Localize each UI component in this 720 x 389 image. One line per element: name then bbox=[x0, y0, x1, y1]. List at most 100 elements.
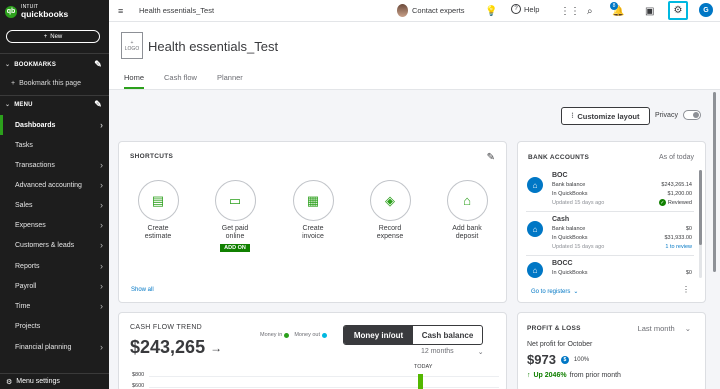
sidebar-item-label: Sales bbox=[15, 201, 33, 209]
shortcut-record-expense[interactable]: ◈ Record expense bbox=[360, 180, 420, 242]
bank-list-scrollbar[interactable] bbox=[699, 170, 702, 278]
top-bar: ≡ Health essentials_Test Contact experts… bbox=[109, 0, 720, 22]
shortcut-create-estimate[interactable]: ▤ Create estimate bbox=[128, 180, 188, 242]
hamburger-menu-icon[interactable]: ≡ bbox=[118, 6, 123, 16]
sidebar-item-payroll[interactable]: Payroll › bbox=[0, 276, 109, 296]
chevron-right-icon: › bbox=[100, 200, 103, 210]
bank-account-name: BOCC bbox=[552, 260, 573, 267]
settings-gear-button[interactable]: ⚙ bbox=[668, 1, 688, 20]
new-button[interactable]: + New bbox=[6, 30, 100, 43]
logo-quickbooks-text: quickbooks bbox=[21, 9, 69, 19]
sidebar-item-sales[interactable]: Sales › bbox=[0, 195, 109, 215]
bookmark-this-page[interactable]: + Bookmark this page bbox=[11, 80, 81, 87]
reviewed-status: ✓ Reviewed bbox=[658, 199, 692, 206]
cash-flow-card: CASH FLOW TREND Money in Money out Money… bbox=[118, 312, 507, 389]
bank-balance-value: $0 bbox=[685, 226, 692, 232]
tab-planner[interactable]: Planner bbox=[217, 73, 243, 89]
pnl-period-dropdown[interactable]: Last month ⌄ bbox=[638, 324, 691, 333]
more-options-icon[interactable]: ⋮ bbox=[682, 285, 690, 294]
sidebar-item-reports[interactable]: Reports › bbox=[0, 256, 109, 276]
bank-account-name: Cash bbox=[552, 216, 570, 223]
bank-accounts-card: BANK ACCOUNTS As of today ⌂ BOC Bank bal… bbox=[517, 141, 706, 303]
shortcut-get-paid-online[interactable]: ▭ Get paid online ADD ON bbox=[205, 180, 265, 252]
invoice-icon: ▦ bbox=[292, 180, 334, 221]
customize-layout-button[interactable]: ⫶ Customize layout bbox=[561, 107, 650, 125]
bank-balance-value: $243,265.14 bbox=[661, 182, 692, 188]
page-scrollbar[interactable] bbox=[712, 90, 717, 389]
profit-loss-title: PROFIT & LOSS bbox=[527, 325, 581, 332]
contact-experts-button[interactable]: Contact experts bbox=[397, 4, 465, 17]
period-dropdown[interactable]: 12 months ⌄ bbox=[421, 348, 484, 356]
y-axis-tick: $800 bbox=[132, 372, 145, 378]
sidebar-item-financial-planning[interactable]: Financial planning › bbox=[0, 337, 109, 357]
updated-label: Updated 15 days ago bbox=[552, 200, 605, 206]
bank-account-row[interactable]: ⌂ BOCC In QuickBooks $0 bbox=[526, 258, 694, 280]
bookmarks-section[interactable]: ⌄ BOOKMARKS ✎ bbox=[5, 59, 104, 70]
chevron-down-icon: ⌄ bbox=[573, 289, 579, 295]
user-avatar[interactable]: G bbox=[699, 3, 713, 17]
cash-flow-view-toggle: Money in/out Cash balance bbox=[343, 325, 483, 345]
sidebar-item-expenses[interactable]: Expenses › bbox=[0, 215, 109, 235]
edit-bookmarks-icon[interactable]: ✎ bbox=[94, 59, 102, 70]
shortcut-label: Record bbox=[378, 225, 402, 232]
sidebar-item-dashboards[interactable]: Dashboards › bbox=[0, 115, 109, 135]
privacy-label: Privacy bbox=[655, 111, 678, 119]
sidebar-item-customers-leads[interactable]: Customers & leads › bbox=[0, 235, 109, 255]
customize-layout-label: Customize layout bbox=[577, 111, 640, 121]
menu-settings-button[interactable]: ⚙ Menu settings bbox=[0, 373, 109, 389]
chevron-right-icon: › bbox=[100, 160, 103, 170]
edit-menu-icon[interactable]: ✎ bbox=[94, 99, 102, 110]
sidebar-item-time[interactable]: Time › bbox=[0, 296, 109, 316]
bank-icon: ⌂ bbox=[527, 177, 543, 193]
go-to-registers-link[interactable]: Go to registers ⌄ bbox=[531, 288, 579, 296]
search-icon[interactable]: ⌕ bbox=[587, 4, 593, 18]
sidebar-item-projects[interactable]: Projects bbox=[0, 316, 109, 336]
info-icon[interactable]: $ bbox=[560, 355, 569, 364]
help-button[interactable]: ? Help bbox=[511, 4, 539, 14]
sliders-icon: ⫶ bbox=[571, 111, 574, 120]
change-value: Up 2046% bbox=[533, 372, 567, 379]
show-all-link[interactable]: Show all bbox=[131, 287, 154, 293]
sidebar-item-transactions[interactable]: Transactions › bbox=[0, 155, 109, 175]
sidebar-item-label: Payroll bbox=[15, 282, 37, 290]
tab-home[interactable]: Home bbox=[124, 73, 145, 89]
top-company-title: Health essentials_Test bbox=[139, 6, 215, 15]
change-suffix: from prior month bbox=[569, 372, 621, 379]
privacy-toggle[interactable] bbox=[682, 110, 701, 120]
chevron-down-icon: ⌄ bbox=[5, 102, 11, 108]
dashboard-tabs: Home Cash flow Planner bbox=[124, 73, 243, 89]
money-in-out-button[interactable]: Money in/out bbox=[344, 326, 413, 344]
chevron-right-icon: › bbox=[100, 281, 103, 291]
tab-cash-flow[interactable]: Cash flow bbox=[164, 73, 197, 89]
company-logo-placeholder[interactable]: + LOGO bbox=[121, 32, 143, 59]
bank-balance-label: Bank balance bbox=[552, 182, 586, 188]
net-profit-value-row: $973 $ 100% bbox=[527, 352, 589, 367]
shortcuts-title: SHORTCUTS bbox=[130, 153, 174, 160]
cash-flow-total[interactable]: $243,265 → bbox=[130, 337, 222, 358]
sidebar: qb INTUIT quickbooks + New ⌄ BOOKMARKS ✎… bbox=[0, 0, 109, 389]
shortcut-create-invoice[interactable]: ▦ Create invoice bbox=[283, 180, 343, 242]
company-header: + LOGO Health essentials_Test Home Cash … bbox=[109, 22, 720, 90]
bank-account-row[interactable]: ⌂ Cash Bank balance $0 In QuickBooks $31… bbox=[526, 214, 694, 256]
edit-shortcuts-icon[interactable]: ✎ bbox=[487, 152, 495, 163]
quickbooks-logo[interactable]: qb INTUIT quickbooks bbox=[5, 5, 68, 19]
shortcut-add-bank-deposit[interactable]: ⌂ Add bank deposit bbox=[437, 180, 497, 242]
sidebar-item-label: Financial planning bbox=[15, 343, 72, 351]
sidebar-item-advanced-accounting[interactable]: Advanced accounting › bbox=[0, 175, 109, 195]
divider bbox=[0, 95, 109, 96]
sidebar-item-tasks[interactable]: Tasks bbox=[0, 135, 109, 155]
menu-label: MENU bbox=[14, 101, 33, 108]
apps-grid-icon[interactable]: ⋮⋮ bbox=[560, 4, 580, 18]
y-axis-tick: $600 bbox=[132, 383, 145, 389]
reviewed-label: Reviewed bbox=[667, 199, 692, 206]
lightbulb-icon[interactable]: 💡 bbox=[485, 4, 497, 18]
money-in-dot bbox=[284, 332, 290, 338]
cash-balance-button[interactable]: Cash balance bbox=[413, 326, 482, 344]
menu-section[interactable]: ⌄ MENU ✎ bbox=[5, 99, 104, 110]
help-label: Help bbox=[524, 4, 540, 14]
to-review-link[interactable]: 1 to review bbox=[665, 244, 692, 250]
shortcut-label: online bbox=[225, 233, 245, 241]
chevron-right-icon: › bbox=[100, 261, 103, 271]
bank-account-row[interactable]: ⌂ BOC Bank balance $243,265.14 In QuickB… bbox=[526, 170, 694, 212]
clipboard-icon[interactable]: ▣ bbox=[645, 4, 654, 18]
